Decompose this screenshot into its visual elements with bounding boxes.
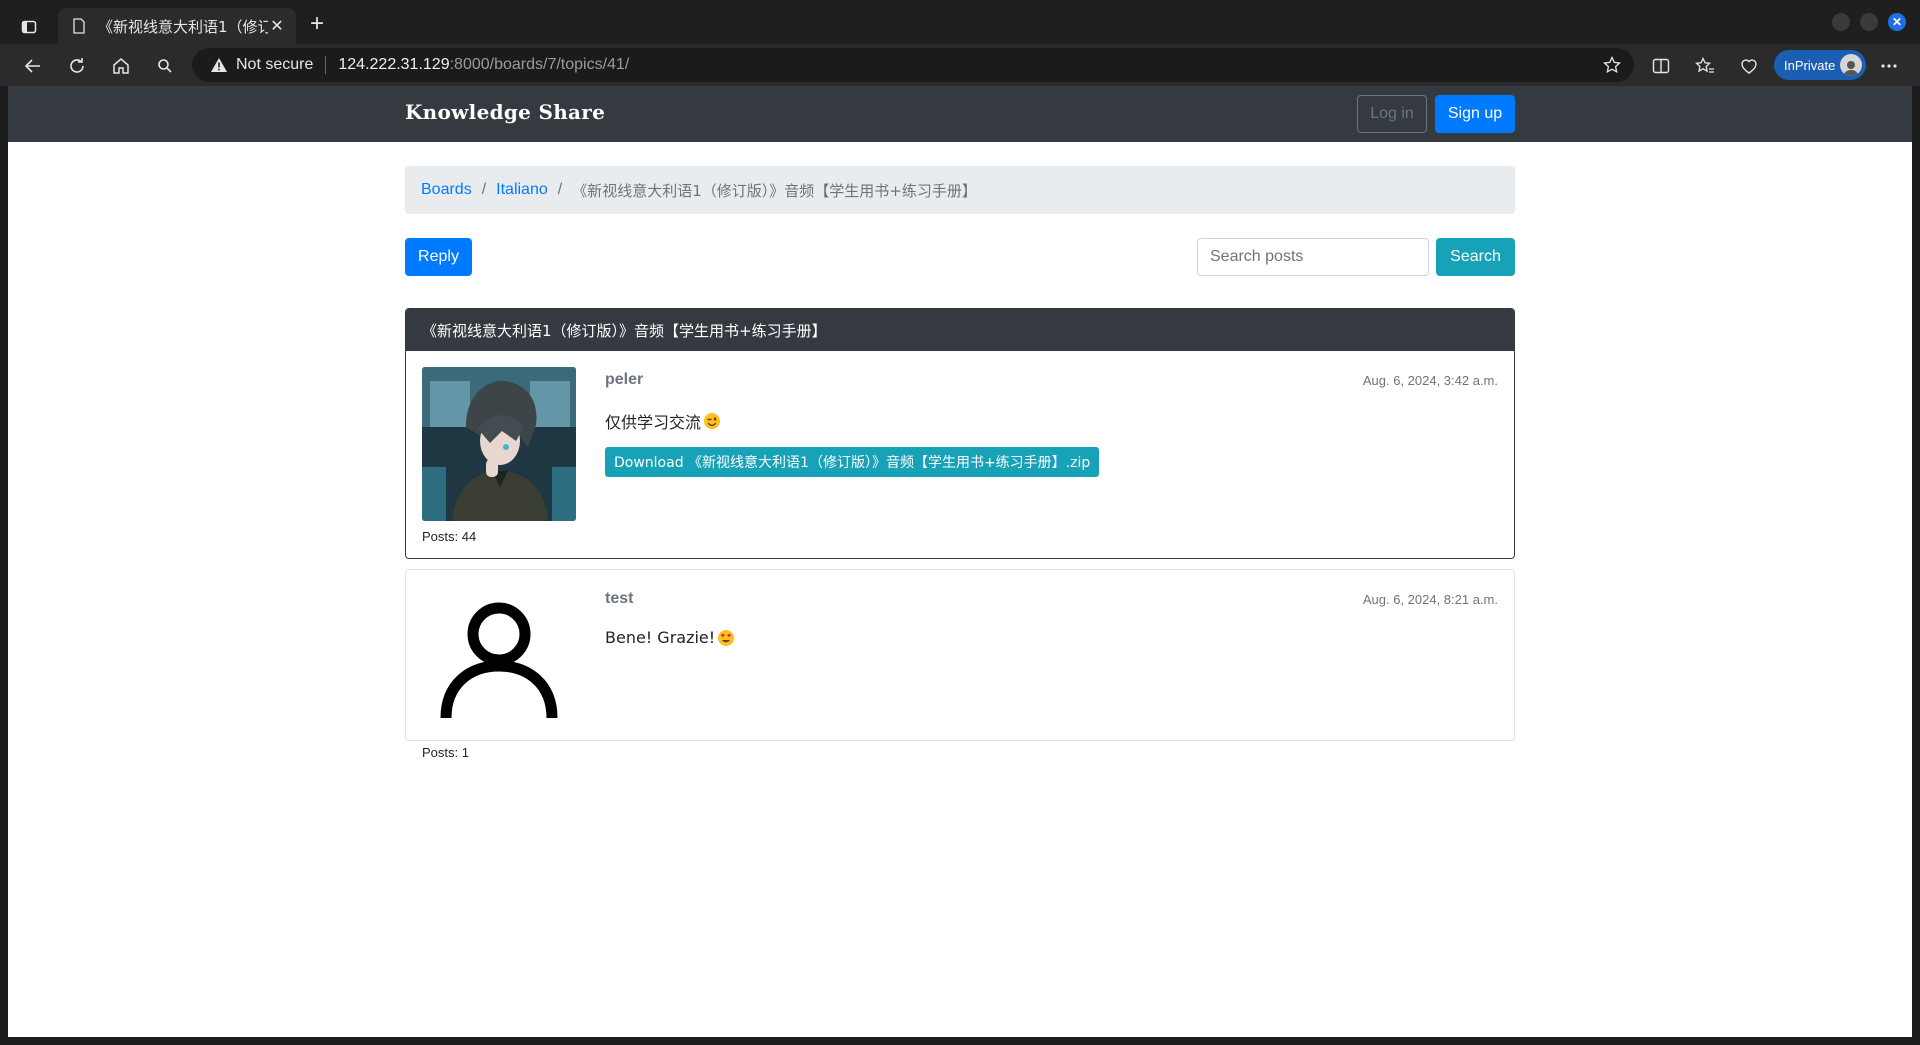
heart-eyes-face-icon xyxy=(717,629,735,647)
browser-toolbar: Not secure 124.222.31.129:8000/boards/7/… xyxy=(0,44,1920,86)
search-button[interactable]: Search xyxy=(1436,238,1515,276)
reply-button[interactable]: Reply xyxy=(405,238,472,276)
maximize-button[interactable] xyxy=(1860,13,1878,31)
post-message-text: 仅供学习交流 xyxy=(605,413,702,432)
author-post-count: Posts: 44 xyxy=(422,529,477,544)
author-post-count: Posts: 1 xyxy=(422,745,469,760)
back-icon[interactable] xyxy=(20,53,46,79)
refresh-icon[interactable] xyxy=(64,53,90,79)
topic-actions: Reply Search xyxy=(405,238,1515,276)
post-message: Bene! Grazie! xyxy=(605,628,735,647)
window-controls: ✕ xyxy=(1832,13,1906,31)
new-tab-icon[interactable]: + xyxy=(306,12,328,36)
browser-tab[interactable]: 《新视线意大利语1（修订 ✕ xyxy=(58,8,296,44)
winking-face-icon xyxy=(703,412,721,430)
address-divider xyxy=(325,56,327,74)
page-icon xyxy=(70,17,88,35)
favorite-star-icon[interactable] xyxy=(1602,55,1622,75)
page-viewport: Knowledge Share Log in Sign up Boards / … xyxy=(8,86,1912,1037)
url-path: :8000/boards/7/topics/41/ xyxy=(449,56,630,73)
post-body: Posts: 1 test Aug. 6, 2024, 8:21 a.m. Be… xyxy=(406,570,1514,760)
split-screen-icon[interactable] xyxy=(1648,53,1674,79)
breadcrumb-current-topic: 《新视线意大利语1（修订版）》音频【学生用书+练习手册】 xyxy=(572,181,977,200)
tab-actions-icon[interactable] xyxy=(16,14,42,40)
breadcrumb-boards[interactable]: Boards xyxy=(421,181,472,199)
post-body: Posts: 44 peler Aug. 6, 2024, 3:42 a.m. … xyxy=(406,351,1514,558)
post-message: 仅供学习交流 xyxy=(605,409,721,433)
minimize-button[interactable] xyxy=(1832,13,1850,31)
site-brand[interactable]: Knowledge Share xyxy=(405,100,605,124)
post-message-text: Bene! Grazie! xyxy=(605,628,716,647)
avatar xyxy=(422,367,576,521)
login-button[interactable]: Log in xyxy=(1357,95,1427,133)
post-author: peler xyxy=(605,371,644,388)
post-date: Aug. 6, 2024, 3:42 a.m. xyxy=(1362,373,1498,388)
search-icon[interactable] xyxy=(152,53,178,79)
browser-tab-bar: 《新视线意大利语1（修订 ✕ + ✕ xyxy=(0,0,1920,44)
address-bar[interactable]: Not secure 124.222.31.129:8000/boards/7/… xyxy=(192,48,1634,82)
profile-avatar-icon xyxy=(1840,54,1862,76)
breadcrumb: Boards / Italiano / 《新视线意大利语1（修订版）》音频【学生… xyxy=(405,166,1515,214)
download-attachment-button[interactable]: Download 《新视线意大利语1（修订版）》音频【学生用书+练习手册】.zi… xyxy=(605,447,1100,477)
url-host: 124.222.31.129 xyxy=(338,56,450,73)
search-posts-input[interactable] xyxy=(1197,238,1429,276)
browser-essentials-icon[interactable] xyxy=(1736,53,1762,79)
breadcrumb-divider: / xyxy=(481,181,487,198)
close-window-button[interactable]: ✕ xyxy=(1888,13,1906,31)
inprivate-label: InPrivate xyxy=(1784,57,1836,73)
favorites-icon[interactable] xyxy=(1692,53,1718,79)
default-avatar-icon xyxy=(422,582,576,736)
post-card: 《新视线意大利语1（修订版）》音频【学生用书+练习手册】 Posts: 44 p… xyxy=(405,308,1515,559)
warning-icon[interactable] xyxy=(210,56,228,74)
post-author: test xyxy=(605,590,634,607)
more-options-icon[interactable] xyxy=(1876,53,1902,79)
post-date: Aug. 6, 2024, 8:21 a.m. xyxy=(1362,592,1498,607)
not-secure-label[interactable]: Not secure xyxy=(236,56,313,74)
breadcrumb-board[interactable]: Italiano xyxy=(496,181,548,199)
breadcrumb-divider: / xyxy=(557,181,563,198)
tab-title: 《新视线意大利语1（修订 xyxy=(98,17,268,36)
inprivate-badge[interactable]: InPrivate xyxy=(1774,50,1866,80)
post-card: Posts: 1 test Aug. 6, 2024, 8:21 a.m. Be… xyxy=(405,569,1515,760)
topic-header: 《新视线意大利语1（修订版）》音频【学生用书+练习手册】 xyxy=(406,309,1514,351)
tab-close-icon[interactable]: ✕ xyxy=(268,16,286,36)
home-icon[interactable] xyxy=(108,53,134,79)
site-navbar: Knowledge Share Log in Sign up xyxy=(8,86,1912,142)
signup-button[interactable]: Sign up xyxy=(1435,95,1515,133)
